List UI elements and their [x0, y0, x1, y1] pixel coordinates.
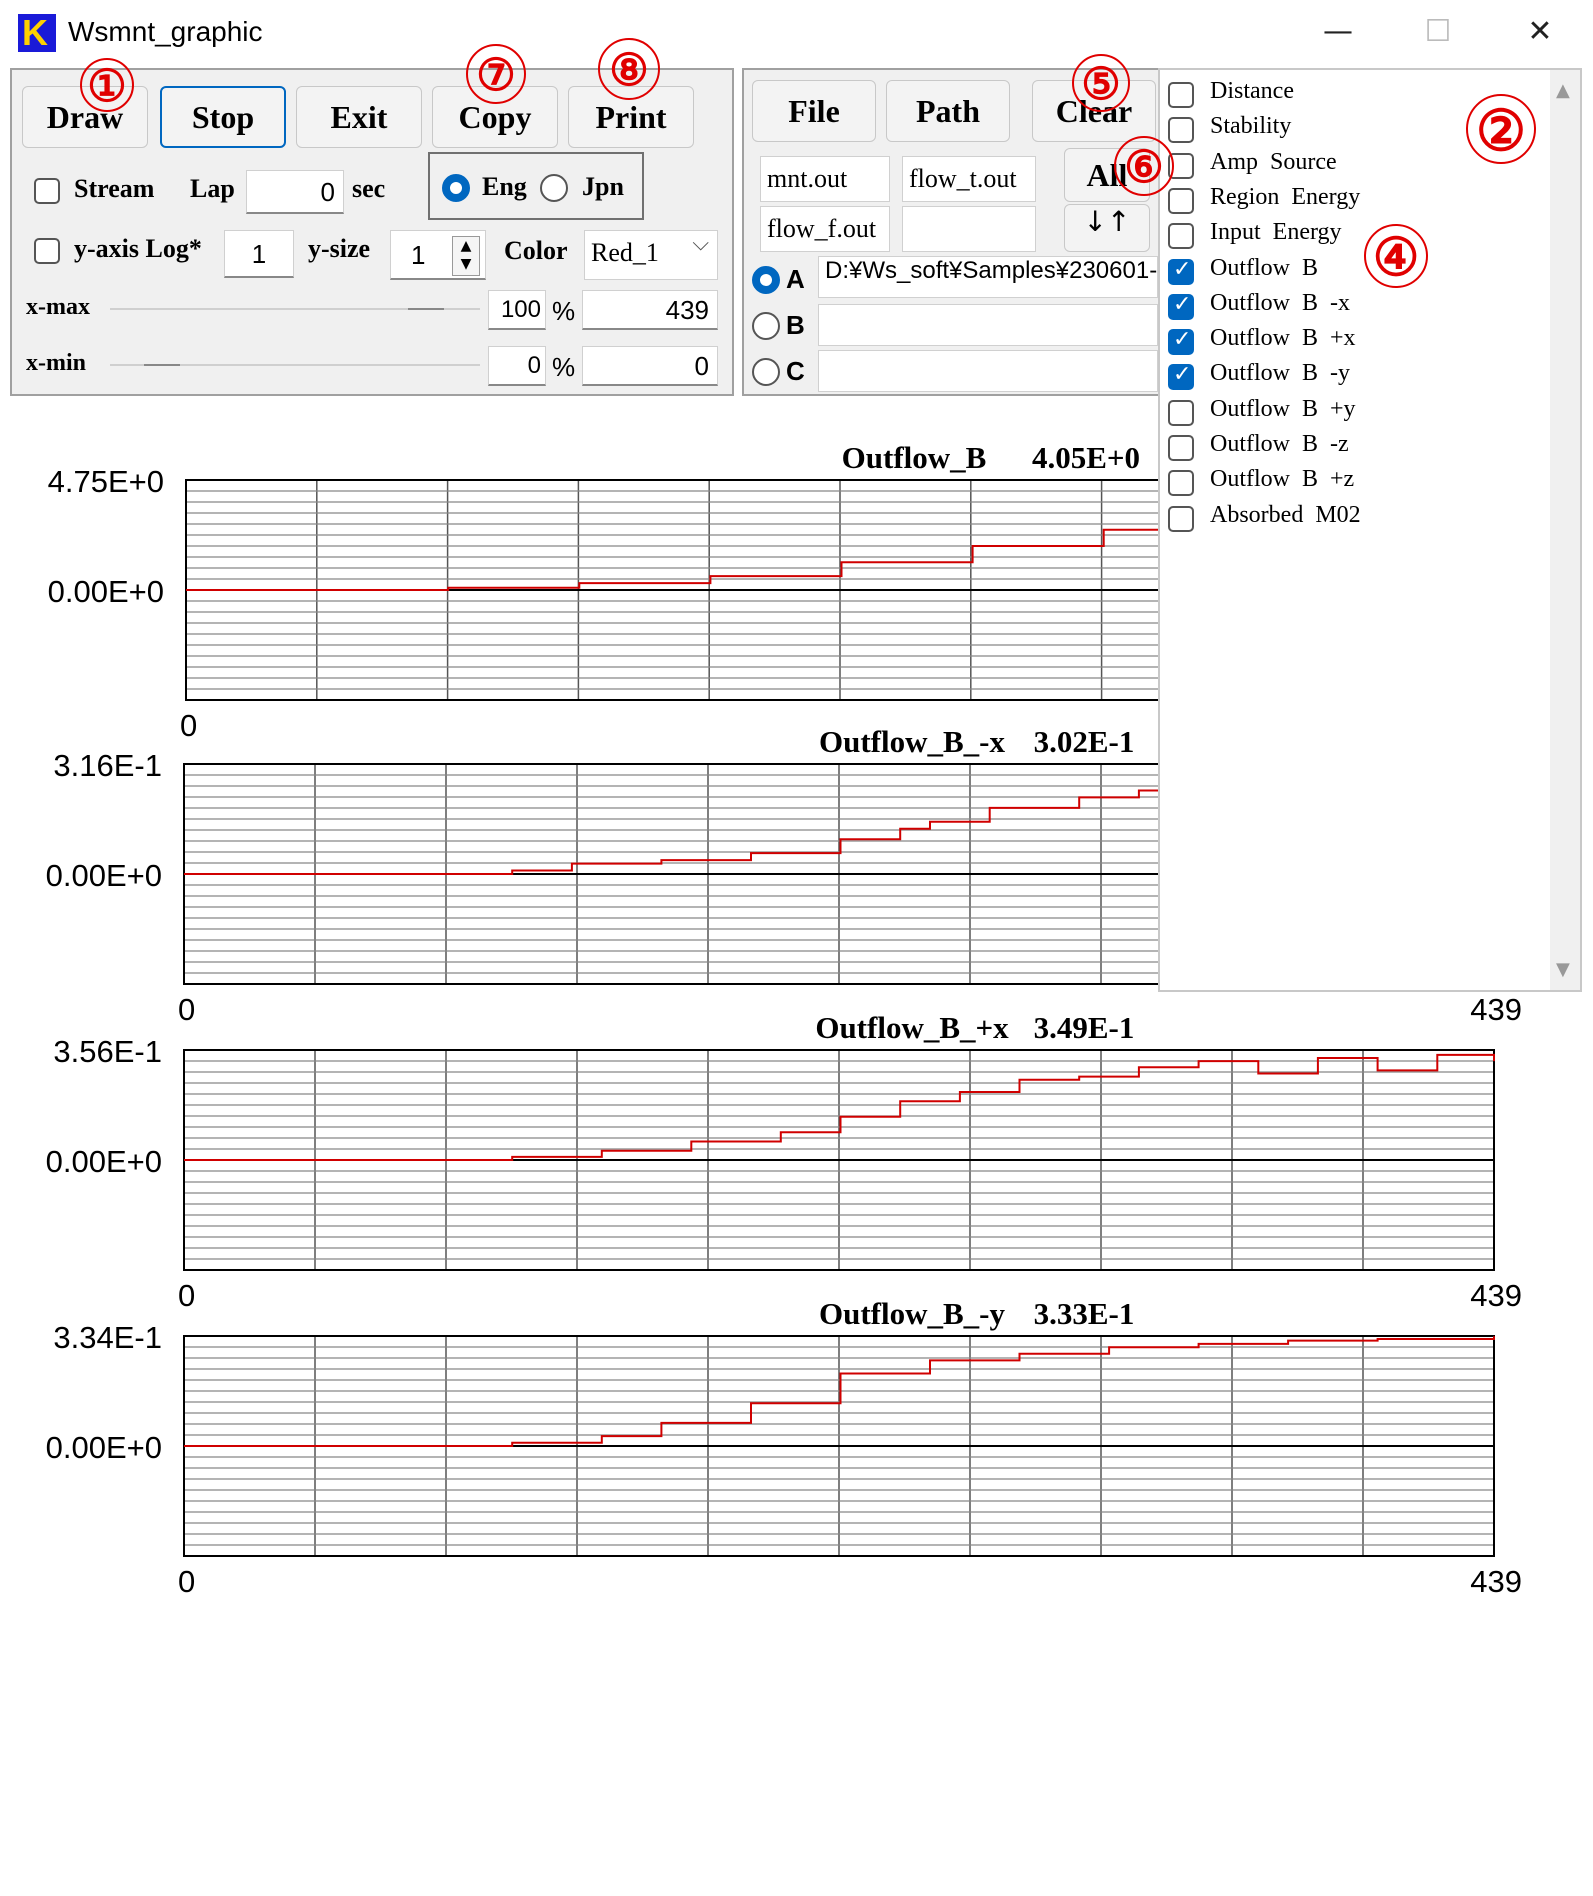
- list-item-label: Outflow B +z: [1210, 466, 1355, 493]
- list-item-checkbox[interactable]: [1168, 327, 1194, 356]
- chart-current-value: 3.02E-1: [1034, 724, 1135, 759]
- scroll-up-icon[interactable]: ▲: [1556, 80, 1570, 101]
- chart-current-value: 4.05E+0: [1032, 440, 1140, 475]
- list-item-checkbox[interactable]: [1168, 257, 1194, 285]
- x-max-label: 439: [1470, 1278, 1522, 1313]
- badge-5: ⑤: [1072, 54, 1130, 112]
- badge-2: ②: [1466, 94, 1536, 164]
- chart-current-value: 3.49E-1: [1034, 1010, 1135, 1045]
- scroll-down-icon[interactable]: ▼: [1556, 959, 1570, 980]
- list-item-label: Region Energy: [1210, 183, 1361, 210]
- chart-title: Outflow_B: [842, 440, 987, 475]
- list-item-checkbox[interactable]: [1168, 435, 1194, 461]
- list-item-label: Outflow B -z: [1210, 431, 1349, 457]
- y-max-label: 4.75E+0: [48, 464, 164, 499]
- list-item-label: Absorbed M02: [1210, 501, 1361, 528]
- list-item-checkbox[interactable]: [1168, 82, 1194, 108]
- badge-1: ①: [80, 58, 134, 112]
- y-max-label: 3.34E-1: [53, 1320, 162, 1355]
- list-item-label: Outflow B -y: [1210, 360, 1350, 387]
- list-item-label: Outflow B +x: [1210, 325, 1356, 352]
- badge-7: ⑦: [466, 44, 526, 104]
- badge-6: ⑥: [1114, 136, 1174, 196]
- list-item-label: Outflow B: [1210, 254, 1318, 281]
- list-item-checkbox[interactable]: [1168, 399, 1194, 426]
- y-zero-label: 0.00E+0: [46, 858, 162, 893]
- badge-8: ⑧: [598, 38, 660, 100]
- y-max-label: 3.56E-1: [53, 1034, 162, 1069]
- x-min-label: 0: [180, 708, 197, 743]
- list-item-checkbox[interactable]: [1168, 223, 1194, 250]
- list-item-checkbox[interactable]: [1168, 292, 1194, 320]
- list-item-label: Amp Source: [1210, 148, 1337, 175]
- list-item-checkbox[interactable]: [1168, 505, 1194, 532]
- badge-4: ④: [1364, 224, 1428, 288]
- list-item-label: Outflow B -x: [1210, 289, 1350, 316]
- x-max-label: 439: [1470, 992, 1522, 1027]
- series-list[interactable]: Distance Stability Amp Source Region Energy…: [1158, 68, 1582, 992]
- list-item-checkbox[interactable]: [1168, 117, 1194, 144]
- chart-current-value: 3.33E-1: [1034, 1296, 1135, 1331]
- chart-title: Outflow_B_-x: [819, 724, 1006, 759]
- y-zero-label: 0.00E+0: [46, 1144, 162, 1179]
- x-min-label: 0: [178, 992, 195, 1027]
- list-item-label: Distance: [1210, 78, 1294, 104]
- x-max-label: 439: [1470, 1564, 1522, 1599]
- x-min-label: 0: [178, 1278, 195, 1313]
- list-item-label: Stability: [1210, 113, 1292, 140]
- list-item-label: Outflow B +y: [1210, 395, 1356, 422]
- list-item-checkbox[interactable]: [1168, 470, 1194, 497]
- list-item-checkbox[interactable]: [1168, 187, 1194, 214]
- list-item-label: Input Energy: [1210, 219, 1342, 246]
- chart-title: Outflow_B_-y: [819, 1296, 1006, 1331]
- list-item-checkbox[interactable]: [1168, 362, 1194, 391]
- y-max-label: 3.16E-1: [53, 748, 162, 783]
- y-zero-label: 0.00E+0: [48, 574, 164, 609]
- chart-title: Outflow_B_+x: [815, 1010, 1009, 1045]
- x-min-label: 0: [178, 1564, 195, 1599]
- y-zero-label: 0.00E+0: [46, 1430, 162, 1465]
- scrollbar[interactable]: ▲ ▼: [1550, 70, 1580, 990]
